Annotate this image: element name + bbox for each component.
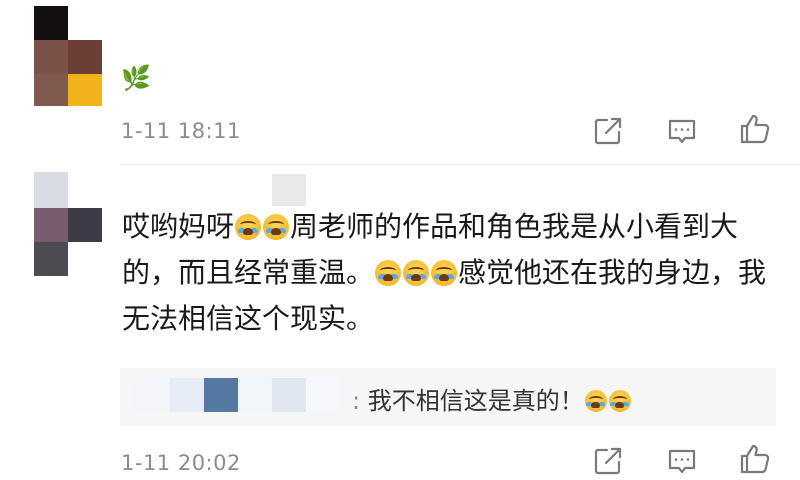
comment-icon xyxy=(668,449,696,474)
share-icon xyxy=(594,117,622,145)
comment-button[interactable] xyxy=(665,114,699,148)
reply-separator: : xyxy=(352,387,361,415)
comment-text-part-1: 哎哟妈呀 xyxy=(122,210,235,243)
leaf-emoji: 🌿 xyxy=(121,64,151,92)
crying-emoji-icon xyxy=(375,260,402,286)
like-button[interactable] xyxy=(738,112,772,146)
thumbs-up-icon xyxy=(740,114,770,144)
crying-emoji-icon xyxy=(235,214,262,240)
reply-content: 我不相信这是真的！ xyxy=(367,387,584,415)
share-button[interactable] xyxy=(591,444,625,478)
crying-emoji-icon xyxy=(584,390,607,412)
crying-emoji-icon xyxy=(263,214,290,240)
reply-username-blurred[interactable] xyxy=(134,378,344,412)
divider xyxy=(120,164,800,165)
avatar[interactable] xyxy=(34,6,102,106)
crying-emoji-icon xyxy=(608,390,631,412)
comment-button[interactable] xyxy=(665,444,699,478)
avatar[interactable] xyxy=(34,172,102,276)
comment-body: 哎哟妈呀 周老师的作品和角色我是从小看到大的，而且经常重温。 感觉他还在我的身边，我… xyxy=(122,204,782,342)
share-icon xyxy=(594,447,622,475)
crying-emoji-icon xyxy=(403,260,430,286)
like-button[interactable] xyxy=(738,442,772,476)
share-button[interactable] xyxy=(591,114,625,148)
reply-text: : 我不相信这是真的！ xyxy=(352,381,632,416)
crying-emoji-icon xyxy=(431,260,458,286)
comment-icon xyxy=(668,119,696,144)
username-blurred[interactable] xyxy=(272,174,306,206)
thumbs-up-icon xyxy=(740,444,770,474)
timestamp: 1-11 18:11 xyxy=(121,119,241,143)
timestamp: 1-11 20:02 xyxy=(121,451,241,475)
